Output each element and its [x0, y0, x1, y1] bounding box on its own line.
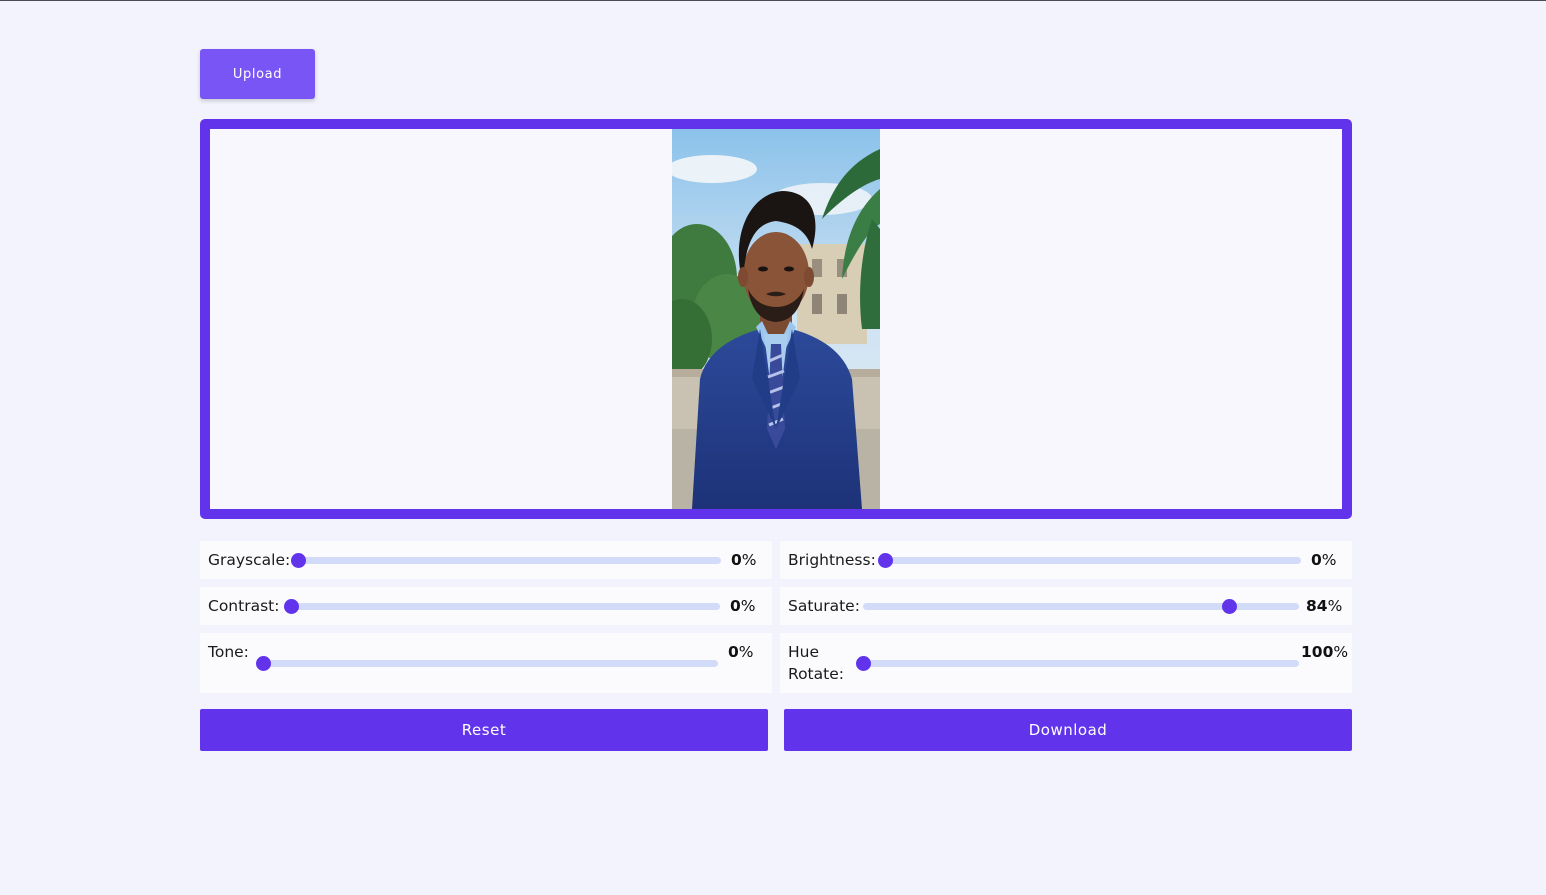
grayscale-control: Grayscale: 0% — [200, 541, 772, 579]
brightness-slider[interactable] — [878, 553, 1301, 568]
contrast-value: 0% — [730, 597, 756, 615]
saturate-control: Saturate: 84% — [780, 587, 1352, 625]
contrast-slider-thumb[interactable] — [284, 599, 299, 614]
top-divider — [0, 0, 1546, 1]
upload-button[interactable]: Upload — [200, 49, 315, 99]
saturate-label: Saturate: — [788, 597, 860, 615]
download-button[interactable]: Download — [784, 709, 1352, 751]
tone-slider[interactable] — [256, 656, 718, 671]
tone-label: Tone: — [208, 643, 249, 661]
hue-rotate-value: 100% — [1301, 643, 1349, 661]
grayscale-slider[interactable] — [291, 553, 721, 568]
tone-control: Tone: 0% — [200, 633, 772, 693]
brightness-label: Brightness: — [788, 551, 876, 569]
hue-rotate-slider-thumb[interactable] — [856, 656, 871, 671]
grayscale-value: 0% — [731, 551, 757, 569]
hue-rotate-label: Hue Rotate: — [788, 643, 844, 683]
saturate-slider[interactable] — [863, 599, 1299, 614]
brightness-control: Brightness: 0% — [780, 541, 1352, 579]
brightness-value: 0% — [1311, 551, 1337, 569]
contrast-slider[interactable] — [284, 599, 720, 614]
grayscale-slider-thumb[interactable] — [291, 553, 306, 568]
image-preview-frame — [200, 119, 1352, 519]
grayscale-label: Grayscale: — [208, 551, 291, 569]
reset-button[interactable]: Reset — [200, 709, 768, 751]
brightness-slider-thumb[interactable] — [878, 553, 893, 568]
tone-value: 0% — [728, 643, 754, 661]
contrast-control: Contrast: 0% — [200, 587, 772, 625]
hue-rotate-control: Hue Rotate: 100% — [780, 633, 1352, 693]
saturate-value: 84% — [1306, 597, 1343, 615]
hue-rotate-slider[interactable] — [856, 656, 1299, 671]
preview-photo — [672, 129, 880, 509]
contrast-label: Contrast: — [208, 597, 280, 615]
tone-slider-thumb[interactable] — [256, 656, 271, 671]
saturate-slider-thumb[interactable] — [1222, 599, 1238, 614]
